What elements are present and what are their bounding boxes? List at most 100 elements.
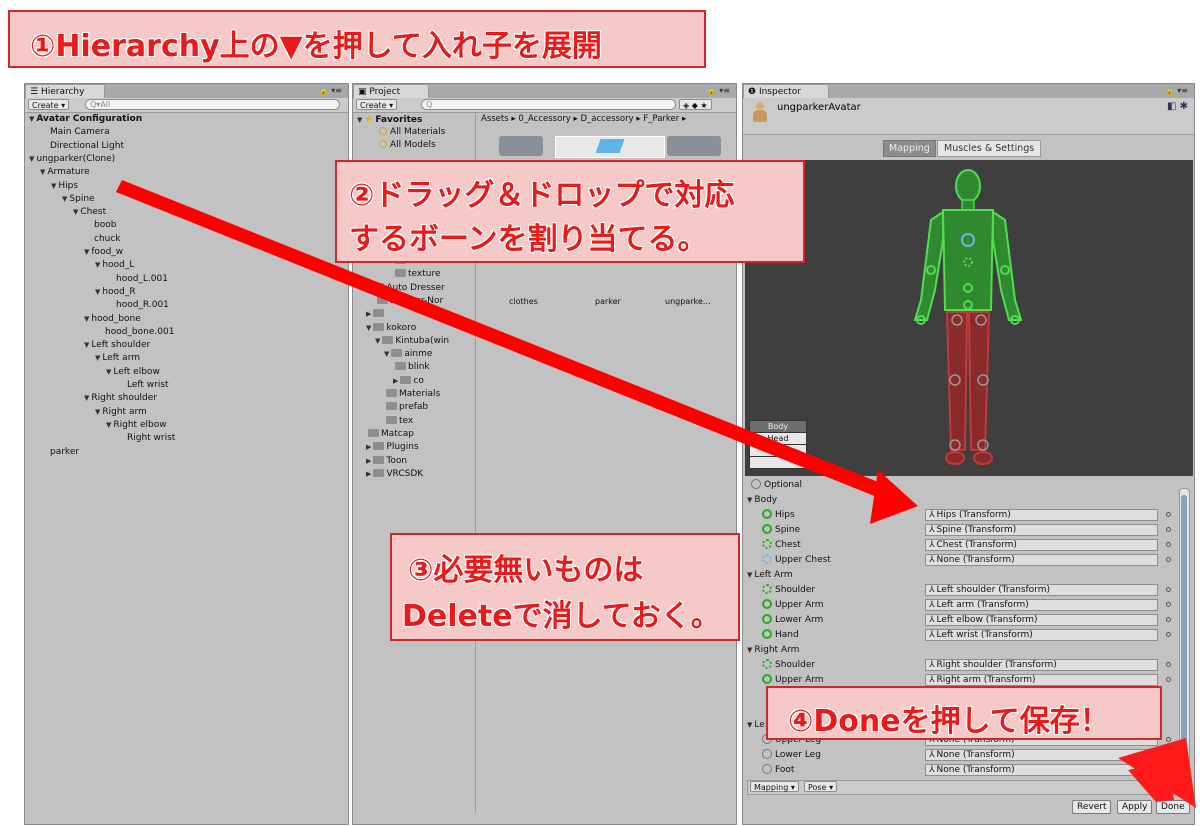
- foldout-arrow-icon[interactable]: ▶: [366, 443, 371, 451]
- asset-label[interactable]: clothes: [509, 295, 538, 308]
- hierarchy-item[interactable]: ▼ Avatar Configuration: [29, 113, 142, 126]
- optional-bone-toggle[interactable]: Optional: [751, 478, 802, 492]
- object-picker-icon[interactable]: [1166, 542, 1171, 547]
- foldout-arrow-icon[interactable]: ▼: [375, 337, 380, 345]
- bone-status-icon[interactable]: [762, 749, 772, 759]
- search-input[interactable]: Q: [421, 99, 676, 110]
- breadcrumb[interactable]: Assets ▸ 0_Accessory ▸ D_accessory ▸ F_P…: [481, 113, 686, 126]
- project-folder[interactable]: ▶ Auto Dresser: [366, 282, 445, 295]
- bone-status-icon[interactable]: [762, 659, 772, 669]
- project-folder[interactable]: ▼ Kintuba(win: [375, 335, 449, 348]
- hierarchy-item[interactable]: ▼ Right elbow: [106, 419, 167, 432]
- bone-status-icon[interactable]: [762, 614, 772, 624]
- foldout-arrow-icon[interactable]: ▼: [106, 368, 111, 376]
- foldout-arrow-icon[interactable]: ▼: [84, 248, 89, 256]
- asset-label[interactable]: parker: [595, 295, 621, 308]
- bone-status-icon[interactable]: [762, 599, 772, 609]
- bone-transform-field[interactable]: ⅄ Left shoulder (Transform): [925, 584, 1158, 596]
- hierarchy-item[interactable]: ▼ hood_L: [95, 259, 134, 272]
- hierarchy-item[interactable]: ▼ Spine: [62, 193, 95, 206]
- foldout-arrow-icon[interactable]: ▼: [40, 168, 45, 176]
- hierarchy-item[interactable]: Main Camera: [40, 126, 110, 139]
- tab-hierarchy[interactable]: ☰ Hierarchy: [25, 84, 105, 98]
- hierarchy-item[interactable]: ▼ Chest: [73, 206, 106, 219]
- scrollbar[interactable]: [1179, 488, 1190, 774]
- foldout-arrow-icon[interactable]: ▼: [95, 261, 100, 269]
- foldout-arrow-icon[interactable]: ▶: [366, 457, 371, 465]
- project-folder[interactable]: ▼ kokoro: [366, 322, 416, 335]
- hierarchy-item[interactable]: ▼ food_w: [84, 246, 123, 259]
- hierarchy-item[interactable]: ▼ hood_R: [95, 286, 136, 299]
- tab-muscles-settings[interactable]: Muscles & Settings: [937, 140, 1042, 157]
- lock-icon[interactable]: 🔒 ▾≡: [319, 86, 342, 95]
- favorite-item[interactable]: All Materials: [379, 126, 445, 139]
- hierarchy-item[interactable]: ▼ Left arm: [95, 352, 140, 365]
- hierarchy-item[interactable]: ▼ Right shoulder: [84, 392, 157, 405]
- hierarchy-item[interactable]: chuck: [84, 233, 121, 246]
- hierarchy-item[interactable]: hood_L.001: [106, 273, 168, 286]
- hierarchy-item[interactable]: ▼ hood_bone: [84, 313, 141, 326]
- bone-status-icon[interactable]: [762, 764, 772, 774]
- hierarchy-item[interactable]: ▼ Left elbow: [106, 366, 160, 379]
- object-picker-icon[interactable]: [1166, 557, 1171, 562]
- right-hand-button[interactable]: [749, 456, 807, 469]
- foldout-arrow-icon[interactable]: ▼: [384, 350, 389, 358]
- mapping-dropdown[interactable]: Mapping ▾: [750, 781, 799, 792]
- project-folder[interactable]: tex: [384, 415, 413, 428]
- bone-status-icon[interactable]: [762, 674, 772, 684]
- foldout-arrow-icon[interactable]: ▶: [366, 310, 371, 318]
- tab-inspector[interactable]: ❶ Inspector: [743, 84, 829, 98]
- hierarchy-item[interactable]: hood_bone.001: [95, 326, 174, 339]
- object-picker-icon[interactable]: [1166, 767, 1171, 772]
- foldout-arrow-icon[interactable]: ▶: [366, 470, 371, 478]
- project-folder[interactable]: prefab: [384, 401, 428, 414]
- favorites-header[interactable]: ▼ ★ Favorites: [357, 113, 422, 126]
- project-folder[interactable]: ▶ Toon: [366, 455, 407, 468]
- favorite-item[interactable]: All Models: [379, 139, 436, 152]
- section-body[interactable]: ▼ Body: [747, 493, 777, 507]
- project-folder[interactable]: Dresser-Nor: [375, 295, 443, 308]
- hierarchy-item[interactable]: parker: [40, 446, 79, 459]
- apply-button[interactable]: Apply: [1117, 800, 1153, 814]
- hierarchy-item[interactable]: ▼ Armature: [40, 166, 90, 179]
- bone-status-icon[interactable]: [762, 524, 772, 534]
- done-button[interactable]: Done: [1156, 800, 1190, 814]
- object-picker-icon[interactable]: [1166, 662, 1171, 667]
- create-button[interactable]: Create ▾: [356, 99, 398, 110]
- bone-transform-field[interactable]: ⅄ Left elbow (Transform): [925, 614, 1158, 626]
- hierarchy-item[interactable]: Left wrist: [117, 379, 169, 392]
- bone-status-icon[interactable]: [762, 554, 772, 564]
- asset-thumbnail[interactable]: [667, 136, 721, 156]
- bone-transform-field[interactable]: ⅄ Left arm (Transform): [925, 599, 1158, 611]
- project-folder[interactable]: Matcap: [366, 428, 414, 441]
- project-folder[interactable]: ▶ VRCSDK: [366, 468, 423, 481]
- settings-icon[interactable]: ◧ ✱: [1167, 101, 1188, 112]
- hierarchy-item[interactable]: Directional Light: [40, 140, 124, 153]
- object-picker-icon[interactable]: [1166, 602, 1171, 607]
- project-folder[interactable]: ▼ ainme: [384, 348, 432, 361]
- bone-transform-field[interactable]: ⅄ Chest (Transform): [925, 539, 1158, 551]
- project-folder[interactable]: ▶: [366, 308, 386, 321]
- project-folder[interactable]: Materials: [384, 388, 440, 401]
- bone-transform-field[interactable]: ⅄ Right shoulder (Transform): [925, 659, 1158, 671]
- bone-transform-field[interactable]: ⅄ None (Transform): [925, 764, 1158, 776]
- bone-transform-field[interactable]: ⅄ Spine (Transform): [925, 524, 1158, 536]
- lock-icon[interactable]: 🔒 ▾≡: [1165, 86, 1188, 95]
- bone-transform-field[interactable]: ⅄ Right arm (Transform): [925, 674, 1158, 686]
- create-button[interactable]: Create ▾: [28, 99, 70, 110]
- search-input[interactable]: Q▾All: [85, 99, 340, 110]
- foldout-arrow-icon[interactable]: ▼: [84, 394, 89, 402]
- foldout-arrow-icon[interactable]: ▼: [95, 408, 100, 416]
- object-picker-icon[interactable]: [1166, 527, 1171, 532]
- tab-mapping[interactable]: Mapping: [883, 140, 936, 157]
- object-picker-icon[interactable]: [1166, 617, 1171, 622]
- hierarchy-item[interactable]: Right wrist: [117, 432, 175, 445]
- foldout-arrow-icon[interactable]: ▼: [106, 421, 111, 429]
- object-picker-icon[interactable]: [1166, 632, 1171, 637]
- foldout-arrow-icon[interactable]: ▼: [62, 195, 67, 203]
- object-picker-icon[interactable]: [1166, 512, 1171, 517]
- hierarchy-item[interactable]: ▼ Hips: [51, 180, 78, 193]
- bone-status-icon[interactable]: [762, 539, 772, 549]
- project-folder[interactable]: ▶ Plugins: [366, 441, 419, 454]
- foldout-arrow-icon[interactable]: ▼: [84, 315, 89, 323]
